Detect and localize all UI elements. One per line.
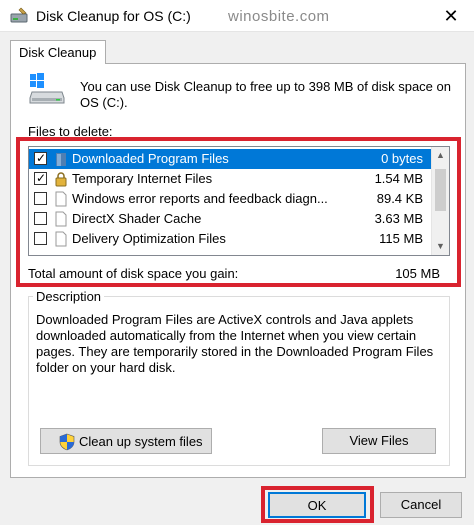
description-title: Description xyxy=(33,289,105,304)
close-button[interactable]: ✕ xyxy=(428,0,474,32)
cancel-button[interactable]: Cancel xyxy=(380,492,462,518)
tab-label: Disk Cleanup xyxy=(19,45,97,60)
clean-up-system-files-button[interactable]: Clean up system files xyxy=(40,428,212,454)
title-bar: Disk Cleanup for OS (C:) winosbite.com ✕ xyxy=(0,0,474,32)
view-files-button[interactable]: View Files xyxy=(322,428,436,454)
disk-cleanup-icon xyxy=(10,7,28,23)
highlight-box-ok xyxy=(261,486,374,523)
shield-icon xyxy=(59,433,75,451)
highlight-box-list xyxy=(16,137,461,287)
drive-icon xyxy=(29,73,65,104)
tab-disk-cleanup[interactable]: Disk Cleanup xyxy=(10,40,106,64)
window-title: Disk Cleanup for OS (C:) xyxy=(36,8,191,24)
intro-text: You can use Disk Cleanup to free up to 3… xyxy=(80,79,451,110)
watermark-text: winosbite.com xyxy=(228,8,330,25)
description-text: Downloaded Program Files are ActiveX con… xyxy=(36,312,434,375)
clean-up-button-label: Clean up system files xyxy=(79,434,203,449)
